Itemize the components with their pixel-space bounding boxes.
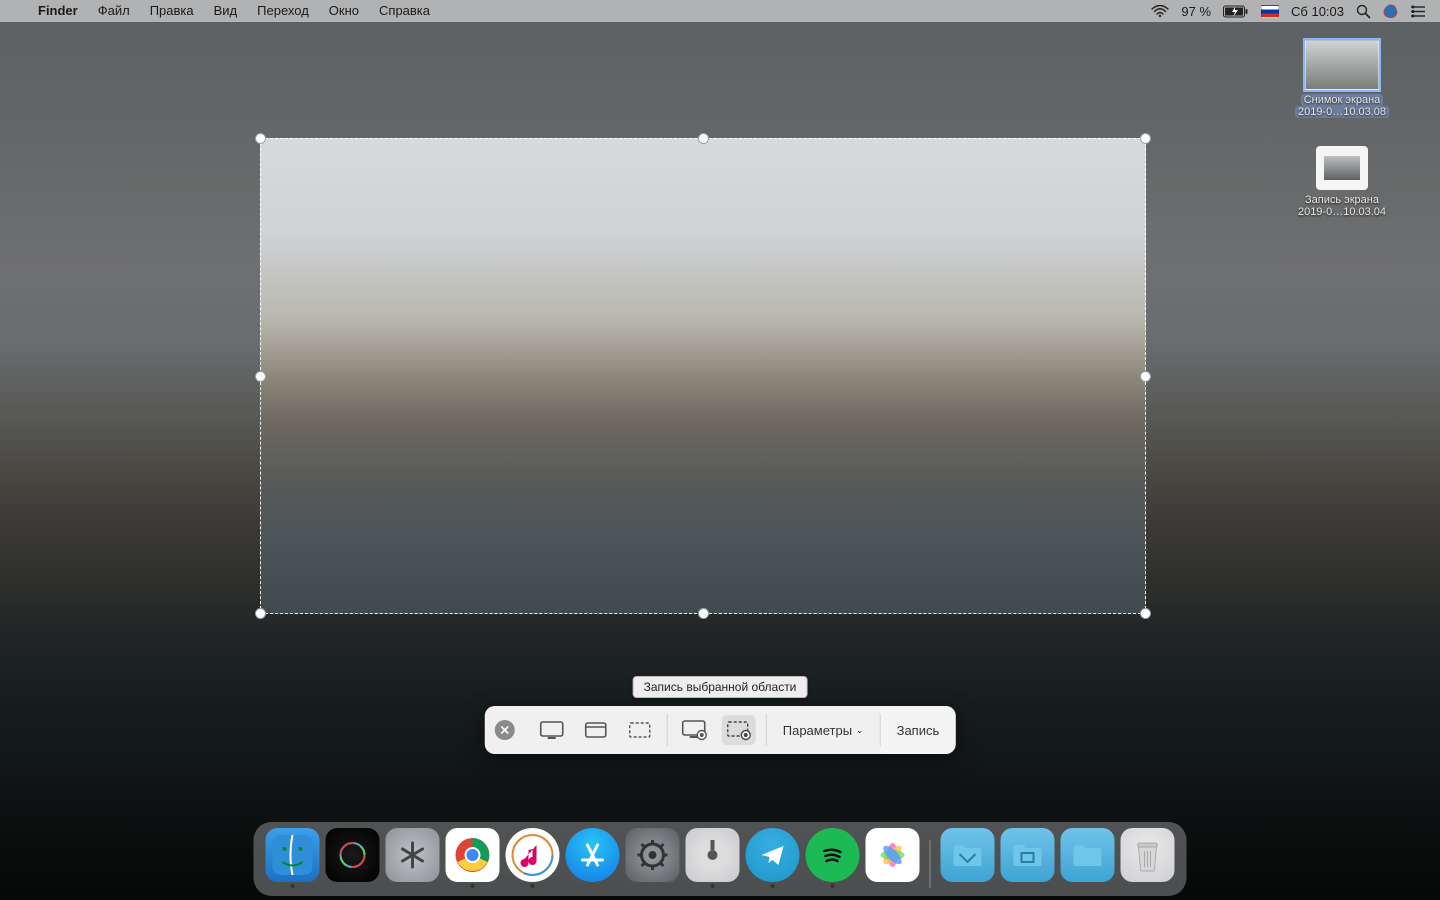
dock-app-appstore[interactable] [566,828,620,888]
menu-window[interactable]: Окно [319,0,369,22]
selection-border [260,138,1146,614]
desktop-icons: Снимок экрана 2019-0…10.03.08 Запись экр… [1262,40,1422,218]
dock-app-launchpad[interactable] [386,828,440,888]
capture-selection-button[interactable] [623,715,657,745]
screenshot-thumbnail-icon [1305,40,1379,90]
resize-handle-tr[interactable] [1140,133,1151,144]
dock-app-telegram[interactable] [746,828,800,888]
dock-folder-1[interactable] [941,828,995,888]
menu-go[interactable]: Переход [247,0,319,22]
record-label: Запись [897,723,940,738]
resize-handle-t[interactable] [698,133,709,144]
input-flag-icon[interactable] [1261,5,1279,18]
dock-app-itunes[interactable] [506,828,560,888]
close-button[interactable] [495,720,515,740]
resize-handle-br[interactable] [1140,608,1151,619]
file-label: Запись экрана [1305,194,1379,206]
dock-separator [930,840,931,888]
dock-app-finder[interactable] [266,828,320,888]
dock-app-mail[interactable] [686,828,740,888]
dock-app-siri[interactable] [326,828,380,888]
dock-app-spotify[interactable] [806,828,860,888]
spotlight-icon[interactable] [1356,4,1371,19]
capture-selection-region[interactable] [260,138,1146,614]
record-entire-screen-button[interactable] [678,715,712,745]
menu-view[interactable]: Вид [204,0,248,22]
capture-window-button[interactable] [579,715,613,745]
options-dropdown[interactable]: Параметры ⌄ [767,706,880,754]
resize-handle-b[interactable] [698,608,709,619]
resize-handle-r[interactable] [1140,371,1151,382]
dock-app-chrome[interactable] [446,828,500,888]
siri-menu-icon[interactable] [1383,4,1398,19]
chevron-down-icon: ⌄ [856,725,864,736]
resize-handle-bl[interactable] [255,608,266,619]
notification-center-icon[interactable] [1410,5,1426,18]
options-label: Параметры [783,723,852,738]
dock-folder-2[interactable] [1001,828,1055,888]
capture-entire-screen-button[interactable] [535,715,569,745]
wifi-icon[interactable] [1151,5,1169,18]
resize-handle-tl[interactable] [255,133,266,144]
record-selection-button[interactable] [722,715,756,745]
recording-thumbnail-icon [1316,146,1368,190]
record-button[interactable]: Запись [881,706,956,754]
file-label: 2019-0…10.03.04 [1298,206,1386,218]
desktop-file-recording[interactable]: Запись экрана 2019-0…10.03.04 [1262,146,1422,218]
menu-bar: Finder Файл Правка Вид Переход Окно Спра… [0,0,1440,22]
clock-text[interactable]: Сб 10:03 [1291,4,1344,19]
dock-trash[interactable] [1121,828,1175,888]
battery-icon[interactable] [1223,5,1249,18]
desktop-file-screenshot[interactable]: Снимок экрана 2019-0…10.03.08 [1262,40,1422,118]
file-label: Снимок экрана [1301,94,1384,106]
battery-text[interactable]: 97 % [1181,4,1211,19]
menu-file[interactable]: Файл [88,0,140,22]
menu-help[interactable]: Справка [369,0,440,22]
dock [254,822,1187,896]
dock-app-photos[interactable] [866,828,920,888]
resize-handle-l[interactable] [255,371,266,382]
app-menu[interactable]: Finder [28,0,88,22]
capture-mode-tooltip: Запись выбранной области [633,676,808,698]
file-label: 2019-0…10.03.08 [1295,106,1389,118]
screenshot-toolbar: Параметры ⌄ Запись [485,706,956,754]
menu-edit[interactable]: Правка [140,0,204,22]
dock-app-settings[interactable] [626,828,680,888]
dock-folder-3[interactable] [1061,828,1115,888]
